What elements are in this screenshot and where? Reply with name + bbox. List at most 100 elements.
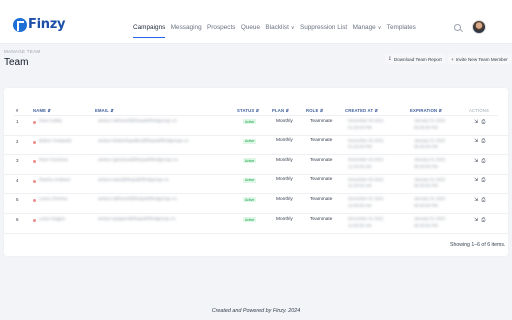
col-header-actions: ACTIONS bbox=[469, 108, 490, 113]
row-plan: Monthly bbox=[276, 216, 293, 222]
row-email: anisur.rpappin@thepathfindgroup.co bbox=[98, 217, 176, 222]
row-created: November 03 2021 01:20:03 PM bbox=[348, 118, 384, 130]
row-actions[interactable]: ⇲ ⎙ bbox=[474, 197, 486, 203]
nav-item-suppression-list[interactable]: Suppression List bbox=[300, 24, 347, 31]
invite-team-member-button[interactable]: + Invite New Team Member bbox=[448, 54, 511, 64]
row-email: anisur.rakheed@thepathfindgroup.co bbox=[98, 197, 177, 203]
table-row: 5 Lana Chmisa anisur.rakheed@thepathfind… bbox=[4, 194, 508, 214]
status-badge: Active bbox=[243, 138, 257, 144]
plus-icon: + bbox=[451, 56, 454, 62]
sort-icon: ⇵ bbox=[47, 108, 52, 113]
user-dot-icon bbox=[33, 199, 36, 203]
row-actions[interactable]: ⇲ ⎙ bbox=[474, 177, 486, 183]
user-dot-icon bbox=[33, 179, 36, 183]
row-created: November 03 2021 11:20:03 AM bbox=[348, 176, 384, 189]
row-name[interactable]: Ravi Kallaj bbox=[39, 119, 62, 124]
row-role: Teammate bbox=[310, 177, 333, 183]
nav-item-templates[interactable]: Templates bbox=[387, 24, 416, 31]
row-plan: Monthly bbox=[276, 138, 293, 144]
col-header-plan[interactable]: PLAN ⇵ bbox=[272, 108, 289, 113]
row-role: Teammate bbox=[310, 118, 333, 124]
row-index: 5 bbox=[16, 197, 19, 203]
row-index: 1 bbox=[16, 119, 19, 124]
row-name[interactable]: Lana Sagpa bbox=[39, 217, 65, 222]
download-icon: ↧ bbox=[388, 56, 392, 61]
page-title: Team bbox=[4, 57, 29, 68]
row-plan: Monthly bbox=[276, 118, 293, 124]
row-expiration: January 01 2023 06:30:00 PM bbox=[414, 216, 446, 228]
row-email: anisur.rgaviana@thepathfindgroup.co bbox=[98, 158, 178, 164]
nav-item-blacklist[interactable]: Blacklist ∨ bbox=[265, 24, 294, 31]
row-created: December 01 2021 11:00:00 AM bbox=[348, 196, 384, 208]
sort-icon: ⇵ bbox=[110, 108, 115, 113]
row-created: November 03 2021 11:20:03 AM bbox=[348, 157, 384, 169]
finzy-logo-icon bbox=[13, 17, 27, 32]
status-badge: Active bbox=[243, 158, 257, 164]
sort-icon: ⇵ bbox=[319, 108, 324, 113]
chevron-down-icon: ∨ bbox=[290, 25, 295, 31]
footer-credit: Created and Powered by Finzy. 2024 bbox=[211, 308, 301, 314]
row-index: 3 bbox=[16, 158, 19, 164]
status-badge: Active bbox=[243, 197, 257, 203]
breadcrumb: MANAGE TEAM bbox=[4, 49, 41, 54]
row-name[interactable]: Ranha Indsare bbox=[39, 178, 70, 183]
nav-item-queue[interactable]: Queue bbox=[241, 24, 260, 31]
row-actions[interactable]: ⇲ ⎙ bbox=[474, 158, 486, 164]
table-row: 3 Ravi Gaviana anisur.rgaviana@thepathfi… bbox=[4, 155, 508, 175]
row-expiration: January 01 2023 06:30:00 PM bbox=[414, 118, 446, 130]
status-badge: Active bbox=[243, 119, 257, 124]
row-actions[interactable]: ⇲ ⎙ bbox=[474, 217, 486, 223]
user-dot-icon bbox=[33, 140, 36, 144]
row-name[interactable]: Baloo Hospade bbox=[39, 139, 72, 144]
table-row: 6 Lana Sagpa anisur.rpappin@thepathfindg… bbox=[4, 214, 508, 234]
row-actions[interactable]: ⇲ ⎙ bbox=[474, 138, 486, 144]
row-expiration: January 01 2023 06:30:00 PM bbox=[414, 196, 446, 208]
row-expiration: January 01 2023 06:30:00 PM bbox=[414, 176, 446, 189]
col-header-email[interactable]: EMAIL ⇵ bbox=[95, 108, 114, 113]
table-row: 1 Ravi Kallaj anisur.rakheed@thepathfind… bbox=[4, 116, 508, 136]
row-role: Teammate bbox=[310, 216, 333, 222]
row-email: anisur.rbaloohqadke@thepathfindgroup.co bbox=[98, 138, 189, 144]
search-icon[interactable] bbox=[454, 24, 461, 31]
team-table-card: # NAME ⇵ EMAIL ⇵ STATUS ⇵ PLAN ⇵ ROLE ⇵ … bbox=[4, 88, 508, 256]
sort-icon: ⇵ bbox=[374, 108, 379, 113]
col-header-status[interactable]: STATUS ⇵ bbox=[237, 108, 259, 113]
row-expiration: January 01 2023 06:30:00 PM bbox=[414, 157, 446, 169]
row-index: 2 bbox=[16, 138, 19, 144]
col-header-index: # bbox=[16, 108, 19, 113]
col-header-role[interactable]: ROLE ⇵ bbox=[306, 108, 324, 113]
user-dot-icon bbox=[33, 219, 36, 222]
row-plan: Monthly bbox=[276, 177, 293, 183]
row-actions[interactable]: ⇲ ⎙ bbox=[474, 119, 486, 125]
brand-logo[interactable]: Finzy bbox=[13, 17, 65, 32]
nav-item-campaigns[interactable]: Campaigns bbox=[133, 24, 166, 38]
main-menu: Campaigns Messaging Prospects Queue Blac… bbox=[133, 24, 421, 38]
row-expiration: January 01 2023 06:30:00 PM bbox=[414, 137, 446, 150]
row-email: anisur.rasa@thepathfindgroup.co bbox=[98, 177, 169, 183]
col-header-expiration[interactable]: EXPIRATION ⇵ bbox=[410, 108, 442, 113]
row-index: 4 bbox=[16, 177, 19, 183]
row-plan: Monthly bbox=[276, 157, 293, 163]
download-team-report-button[interactable]: ↧ Download Team Report bbox=[385, 54, 445, 64]
table-row: 2 Baloo Hospade anisur.rbaloohqadke@thep… bbox=[4, 136, 508, 156]
chevron-down-icon: ∨ bbox=[377, 25, 382, 31]
row-email: anisur.rakheed@thepathfindgroup.co bbox=[98, 119, 177, 124]
table-row: 4 Ranha Indsare anisur.rasa@thepathfindg… bbox=[4, 175, 508, 195]
pagination-summary: Showing 1–6 of 6 items. bbox=[450, 242, 506, 248]
row-index: 6 bbox=[16, 217, 19, 222]
col-header-created[interactable]: CREATED AT ⇵ bbox=[345, 108, 378, 113]
nav-item-manage[interactable]: Manage ∨ bbox=[353, 24, 382, 31]
sort-icon: ⇵ bbox=[255, 108, 260, 113]
col-header-name[interactable]: NAME ⇵ bbox=[33, 108, 51, 113]
user-dot-icon bbox=[33, 160, 36, 164]
nav-item-messaging[interactable]: Messaging bbox=[171, 24, 202, 31]
row-name[interactable]: Lana Chmisa bbox=[39, 197, 67, 202]
row-role: Teammate bbox=[310, 157, 333, 163]
row-plan: Monthly bbox=[276, 196, 293, 202]
row-name[interactable]: Ravi Gaviana bbox=[39, 158, 68, 163]
user-avatar[interactable] bbox=[472, 20, 486, 34]
nav-item-prospects[interactable]: Prospects bbox=[207, 24, 235, 31]
top-navbar: Finzy Campaigns Messaging Prospects Queu… bbox=[0, 0, 512, 44]
status-badge: Active bbox=[243, 177, 257, 183]
row-created: November 03 2021 01:20:03 PM bbox=[348, 137, 384, 150]
